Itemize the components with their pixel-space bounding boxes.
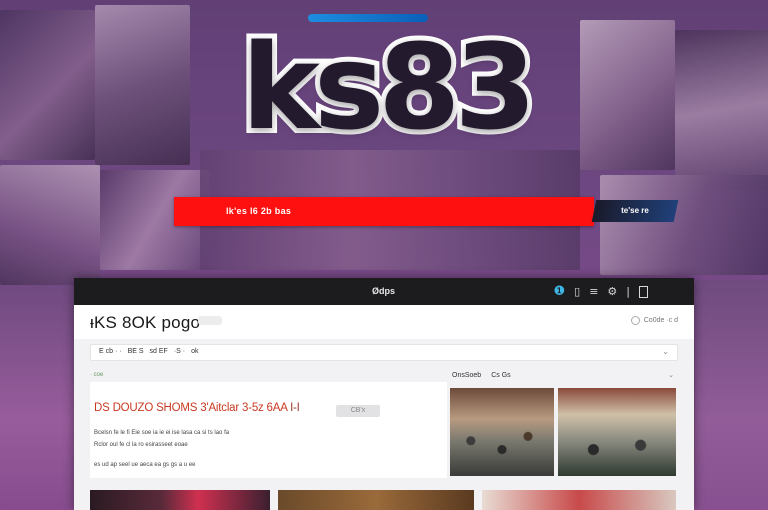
settings-icon[interactable]: ⚙: [607, 285, 617, 298]
article-headline[interactable]: DS DOUZO SHOMS 3'Aitclar 3-5z 6AA I-I: [94, 402, 300, 414]
article-photo[interactable]: [558, 388, 676, 476]
thumbnail[interactable]: [482, 490, 676, 510]
thumbnail[interactable]: [90, 490, 270, 510]
section-link[interactable]: Cs Gs: [491, 372, 510, 379]
section-link[interactable]: OnsSoeb: [452, 372, 481, 379]
site-header: ᵻKS 8OK pogo Co0de ·c d: [74, 305, 694, 339]
window-icon[interactable]: B: [639, 285, 648, 298]
read-more-button[interactable]: CB'x: [336, 405, 380, 417]
header-utilities: Co0de ·c d: [630, 316, 678, 325]
article-line: Bcelsn fe le fi Eie soe ia ie ei ise las…: [94, 430, 230, 436]
nav-item[interactable]: ·S ·: [174, 348, 185, 355]
thumbnail[interactable]: [278, 490, 474, 510]
section-label: · coe: [90, 372, 104, 378]
site-label: Ødps: [372, 286, 396, 296]
search-icon[interactable]: [630, 316, 640, 325]
browser-topbar: Ødps ❶ ▯ ≡ ⚙ | B: [74, 278, 694, 305]
banner-text: lk'es l6 2b bas: [226, 206, 292, 216]
chevron-icon[interactable]: ⌄: [668, 371, 674, 379]
nav-item[interactable]: sd EF: [150, 348, 168, 355]
headline-text: DS DOUZO SHOMS 3'Aitclar 3-5z 6AA: [94, 402, 288, 414]
nav-item[interactable]: ok: [191, 348, 198, 355]
article-line: Rclor oul fe cl la ro esirasseet eoae: [94, 442, 188, 448]
app-icon[interactable]: ❶: [553, 284, 565, 299]
logo: ks83: [182, 18, 590, 156]
headline-tail: I-I: [290, 402, 300, 414]
toolbar: ❶ ▯ ≡ ⚙ | B: [553, 284, 648, 299]
article-line: es ud ap seel ue aeca ea gs gs a u ee: [94, 462, 196, 468]
brand-badge: [198, 316, 222, 325]
menu-icon[interactable]: ≡: [589, 285, 598, 298]
nav-items: E cb · · BE S sd EF ·S · ok: [99, 348, 199, 355]
featured-article[interactable]: DS DOUZO SHOMS 3'Aitclar 3-5z 6AA I-I CB…: [90, 382, 447, 478]
chevron-down-icon[interactable]: ⌄: [662, 347, 669, 356]
logo-text: ks83: [237, 18, 542, 156]
nav-item[interactable]: E cb · ·: [99, 348, 122, 355]
nav-bar: E cb · · BE S sd EF ·S · ok ⌄: [90, 344, 678, 361]
nav-item[interactable]: BE S: [128, 348, 144, 355]
section-links: OnsSoeb Cs Gs: [452, 372, 511, 379]
banner-tag: te'se re: [591, 200, 679, 222]
red-banner[interactable]: lk'es l6 2b bas: [174, 197, 594, 226]
more-icon[interactable]: |: [626, 285, 630, 298]
banner-tag-text: te'se re: [621, 206, 649, 215]
browser-window: Ødps ❶ ▯ ≡ ⚙ | B ᵻKS 8OK pogo Co0de ·c d…: [74, 278, 694, 510]
site-brand[interactable]: ᵻKS 8OK pogo: [90, 313, 200, 333]
header-links[interactable]: Co0de ·c d: [644, 317, 678, 324]
filter-icon[interactable]: ▯: [574, 285, 580, 298]
article-photo[interactable]: [450, 388, 554, 476]
